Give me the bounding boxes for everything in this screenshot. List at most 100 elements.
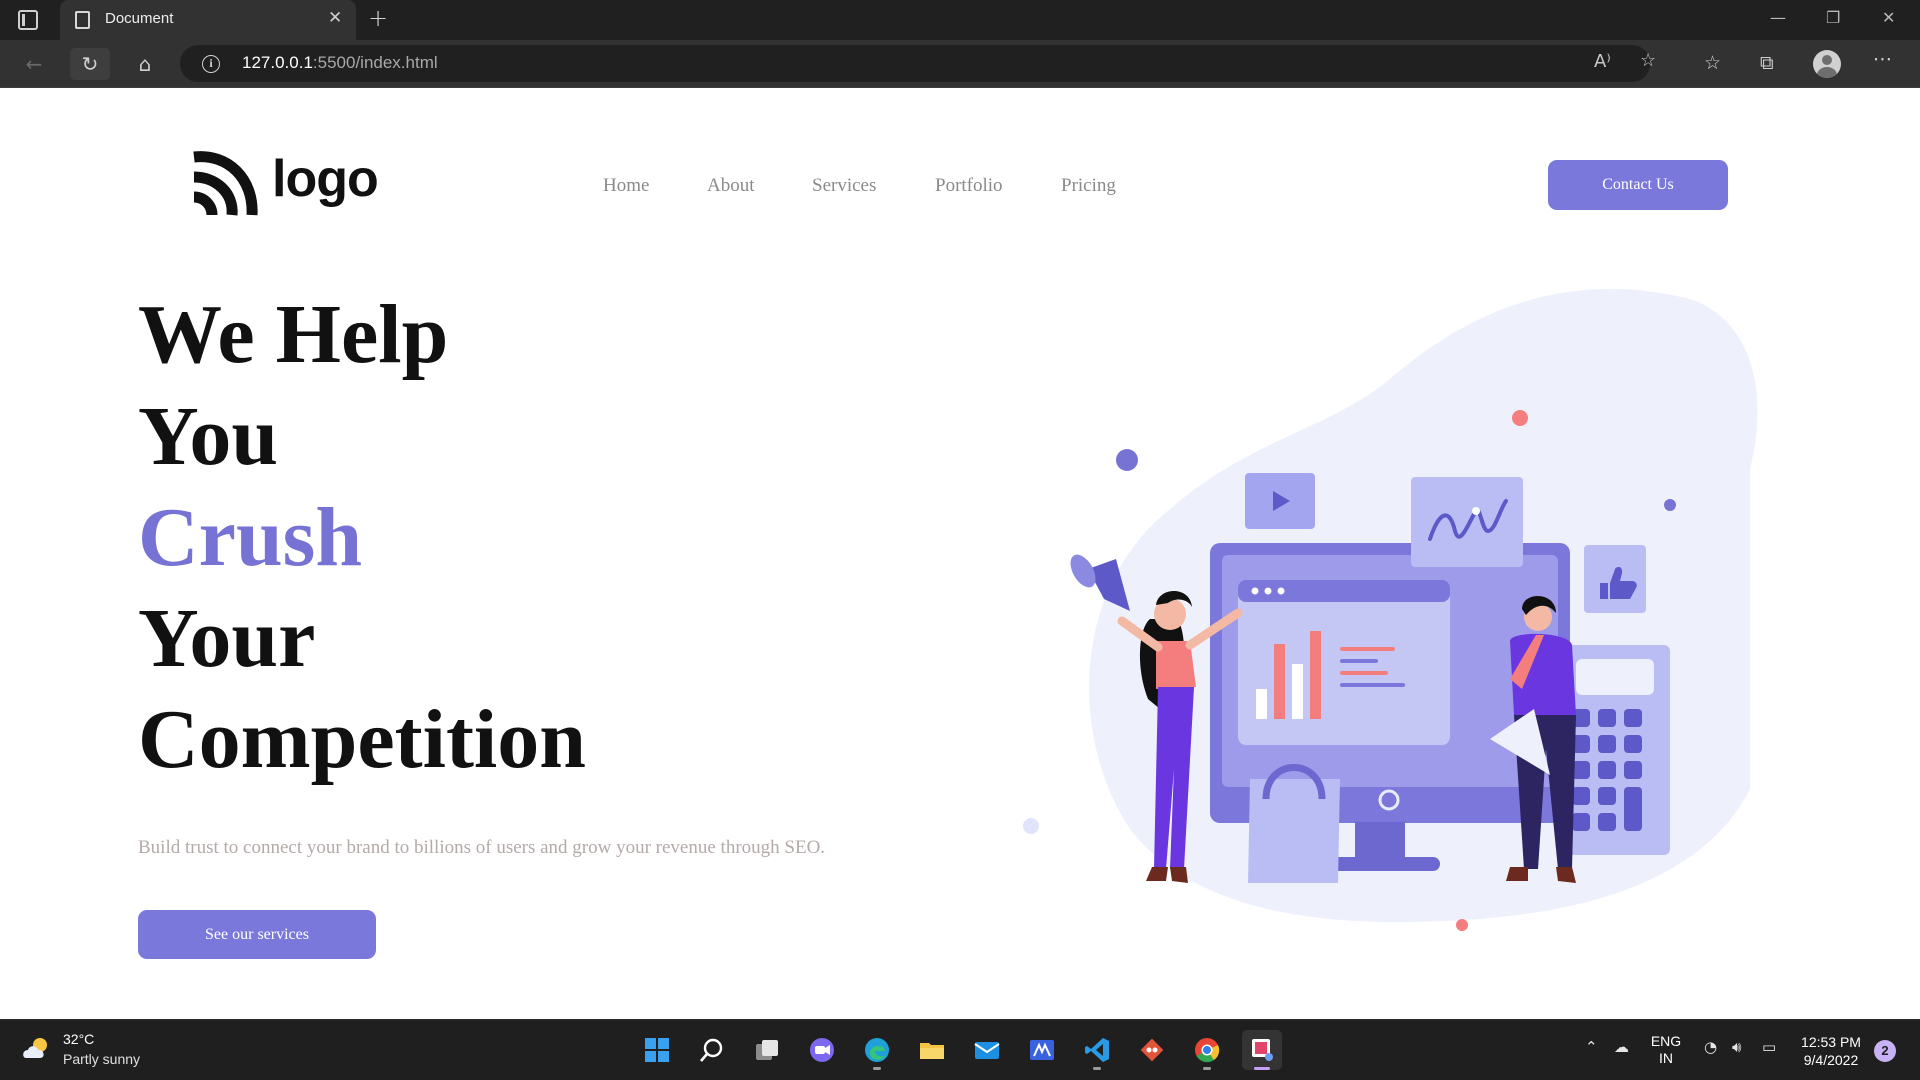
language-indicator[interactable]: ENG IN — [1646, 1033, 1686, 1067]
text-line — [1340, 683, 1405, 687]
weather-temperature[interactable]: 32°C — [63, 1031, 94, 1047]
site-info-icon[interactable]: i — [202, 55, 220, 73]
read-aloud-icon[interactable]: A⁾ — [1594, 51, 1611, 72]
task-view-icon — [756, 1040, 778, 1060]
profile-avatar[interactable] — [1813, 50, 1841, 78]
running-indicator — [1203, 1067, 1211, 1070]
wifi-icon[interactable]: ◔ — [1704, 1038, 1717, 1056]
clock-time: 12:53 PM — [1801, 1034, 1861, 1050]
volume-icon[interactable]: 🔊︎ — [1732, 1038, 1741, 1056]
hero-heading-accent: Crush — [138, 491, 363, 584]
window-dot — [1264, 587, 1272, 595]
git-icon — [1140, 1038, 1164, 1062]
window-dot — [1277, 587, 1285, 595]
hero-subtitle: Build trust to connect your brand to bil… — [138, 837, 826, 858]
reload-icon[interactable]: ↻ — [70, 48, 110, 80]
search-icon — [700, 1038, 723, 1062]
show-hidden-icons-icon[interactable]: ⌃ — [1585, 1038, 1598, 1056]
contact-us-button[interactable]: Contact Us — [1548, 160, 1728, 210]
chat-button[interactable] — [802, 1030, 842, 1070]
floating-dot — [1023, 818, 1039, 834]
address-field[interactable]: i 127.0.0.1:5500/index.html A⁾ ☆ — [180, 45, 1656, 82]
nav-home[interactable]: Home — [603, 175, 649, 197]
language-code: ENG — [1650, 1033, 1682, 1049]
tab-title: Document — [105, 10, 174, 27]
hero-heading-line-1: We Help — [138, 288, 449, 381]
notification-badge[interactable]: 2 — [1874, 1040, 1896, 1062]
minimize-icon[interactable]: — — [1770, 8, 1786, 27]
see-services-button[interactable]: See our services — [138, 910, 376, 959]
tab-actions-icon[interactable] — [18, 10, 38, 30]
restore-icon[interactable]: ❐ — [1826, 8, 1840, 27]
home-icon[interactable]: ⌂ — [125, 48, 165, 80]
monitor-base — [1322, 857, 1440, 871]
hero-heading-line-2: You — [138, 390, 279, 483]
zoomit-icon — [1030, 1040, 1054, 1060]
close-window-icon[interactable]: ✕ — [1882, 8, 1895, 27]
site-logo[interactable]: logo — [190, 149, 390, 219]
teams-chat-icon — [810, 1038, 834, 1062]
file-explorer-icon — [920, 1043, 944, 1059]
floating-dot — [1664, 499, 1676, 511]
text-line — [1340, 659, 1378, 663]
hero-heading-line-5: Competition — [138, 693, 586, 786]
floating-dot — [1116, 449, 1138, 471]
add-favorite-icon[interactable]: ☆ — [1640, 50, 1656, 71]
collections-icon[interactable]: ⧉ — [1760, 52, 1774, 74]
git-app[interactable] — [1132, 1030, 1172, 1070]
nav-pricing[interactable]: Pricing — [1061, 175, 1116, 197]
chrome-app[interactable] — [1187, 1030, 1227, 1070]
running-indicator — [1254, 1067, 1270, 1070]
search-button[interactable] — [692, 1030, 732, 1070]
os-taskbar: 32°C Partly sunny ⌃ ☁ ENG IN ◔ 🔊︎ ▭ 12:5… — [0, 1019, 1920, 1080]
task-view-button[interactable] — [747, 1030, 787, 1070]
browser-tab-bar: Document ✕ + — ❐ ✕ — [0, 0, 1920, 40]
file-explorer-app[interactable] — [912, 1030, 952, 1070]
bar-mark — [1292, 664, 1303, 719]
snipping-tool-app[interactable] — [1242, 1030, 1282, 1070]
hero-illustration — [1023, 288, 1758, 931]
floating-dot — [1456, 919, 1468, 931]
calculator-display — [1576, 659, 1654, 695]
clock-date: 9/4/2022 — [1803, 1052, 1859, 1068]
browser-tab[interactable]: Document ✕ — [60, 0, 356, 40]
nav-services[interactable]: Services — [812, 175, 876, 197]
mail-app[interactable] — [967, 1030, 1007, 1070]
page-icon — [75, 11, 90, 29]
new-tab-icon[interactable]: + — [368, 4, 388, 32]
favorites-icon[interactable]: ☆ — [1704, 52, 1721, 74]
start-button[interactable] — [637, 1030, 677, 1070]
bar-mark — [1274, 644, 1285, 719]
edge-app[interactable] — [857, 1030, 897, 1070]
back-icon[interactable]: ← — [14, 48, 54, 80]
snipping-tool-icon — [1252, 1039, 1273, 1061]
nav-portfolio[interactable]: Portfolio — [935, 175, 1003, 197]
bar-mark — [1256, 689, 1267, 719]
text-line — [1340, 671, 1388, 675]
shopping-bag — [1248, 779, 1340, 883]
close-tab-icon[interactable]: ✕ — [328, 8, 342, 28]
logo-mark-icon — [193, 151, 258, 216]
partly-sunny-icon[interactable] — [22, 1036, 52, 1060]
onedrive-icon[interactable]: ☁ — [1614, 1038, 1629, 1056]
logo-text: logo — [272, 150, 379, 208]
vscode-app[interactable] — [1077, 1030, 1117, 1070]
trend-point — [1472, 507, 1480, 515]
monitor-stand — [1355, 822, 1405, 862]
analytics-card — [1411, 477, 1523, 567]
clock[interactable]: 12:53 PM 9/4/2022 — [1794, 1033, 1868, 1069]
battery-icon[interactable]: ▭ — [1762, 1038, 1776, 1056]
weather-description[interactable]: Partly sunny — [63, 1051, 140, 1067]
url-text[interactable]: 127.0.0.1:5500/index.html — [242, 53, 438, 73]
nav-about[interactable]: About — [707, 175, 755, 197]
window-dot — [1251, 587, 1259, 595]
edge-icon — [865, 1038, 889, 1062]
more-menu-icon[interactable]: ⋯ — [1873, 48, 1892, 70]
hero-heading-line-4: Your — [138, 592, 316, 685]
running-indicator — [1093, 1067, 1101, 1070]
text-line — [1340, 647, 1395, 651]
language-region: IN — [1659, 1050, 1673, 1066]
zoomit-app[interactable] — [1022, 1030, 1062, 1070]
running-indicator — [873, 1067, 881, 1070]
chrome-icon — [1195, 1038, 1220, 1063]
